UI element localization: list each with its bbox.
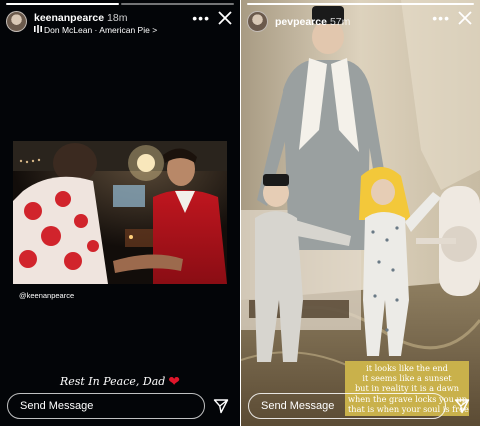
story-header: pevpearce 57m ••• [247, 9, 474, 35]
music-note-icon [34, 25, 42, 35]
mention-tag[interactable]: @keenanpearce [19, 291, 74, 300]
avatar[interactable] [247, 11, 268, 32]
poem-line: it looks like the end [366, 363, 448, 373]
poem-line: it seems like a sunset [362, 373, 452, 384]
send-message-field[interactable] [248, 393, 446, 419]
username-text[interactable]: pevpearce [275, 16, 327, 28]
story-header: keenanpearce 18m Don McLean · American Pi… [6, 9, 234, 35]
story-caption: Rest In Peace, Dad ❤ [0, 374, 240, 390]
progress-segment [247, 3, 474, 5]
close-icon[interactable] [458, 11, 472, 25]
send-icon[interactable] [454, 398, 470, 414]
send-message-input[interactable] [20, 398, 190, 414]
username[interactable]: keenanpearce 18m [34, 12, 127, 24]
close-icon[interactable] [218, 11, 232, 25]
timestamp: 57m [329, 16, 351, 28]
heart-icon: ❤ [168, 374, 181, 390]
send-message-input[interactable] [261, 398, 431, 414]
username[interactable]: pevpearce 57m [275, 16, 350, 28]
avatar[interactable] [6, 11, 27, 32]
story-keenanpearce[interactable]: keenanpearce 18m Don McLean · American Pi… [0, 0, 240, 426]
progress-segment [121, 3, 234, 5]
music-track-label[interactable]: Don McLean · American Pie > [44, 25, 157, 35]
more-dots-icon[interactable]: ••• [432, 11, 450, 25]
story-progress-bar [6, 3, 234, 5]
music-track-link[interactable]: Don McLean · American Pie > [34, 25, 157, 35]
story-photo [13, 141, 227, 284]
caption-text: Rest In Peace, Dad [59, 375, 166, 388]
story-pevpearce[interactable]: pevpearce 57m ••• it looks like the end i… [241, 0, 480, 426]
username-text[interactable]: keenanpearce [34, 12, 104, 24]
story-progress-bar [247, 3, 474, 5]
send-message-field[interactable] [7, 393, 205, 419]
progress-segment [6, 3, 119, 5]
send-icon[interactable] [213, 398, 229, 414]
more-dots-icon[interactable]: ••• [192, 11, 210, 25]
timestamp: 18m [107, 12, 128, 24]
